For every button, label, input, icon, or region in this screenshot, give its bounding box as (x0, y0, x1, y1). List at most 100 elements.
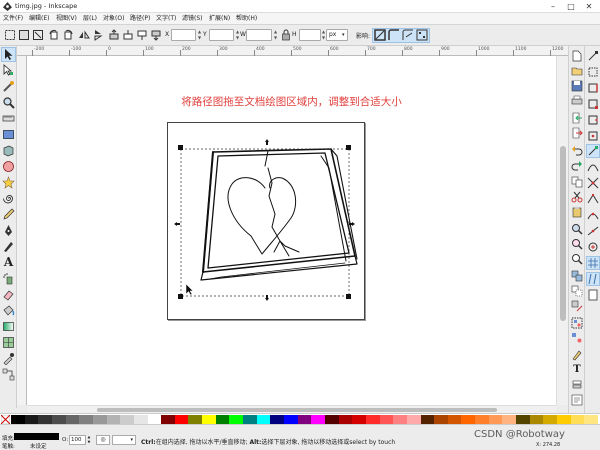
color-swatch[interactable] (324, 415, 339, 424)
zoom-drawing-icon[interactable] (571, 238, 583, 250)
ellipse-tool-icon[interactable] (2, 160, 15, 173)
select-all-icon[interactable] (4, 29, 16, 41)
color-swatch[interactable] (92, 415, 107, 424)
opacity-spinner-icon[interactable]: ▲ ▼ (86, 435, 92, 445)
snap-paths-icon[interactable] (587, 161, 599, 173)
color-swatch[interactable] (51, 415, 66, 424)
select-all-layers-icon[interactable] (18, 29, 30, 41)
menu-help[interactable]: 帮助(H) (236, 14, 257, 24)
scale-corners-icon[interactable] (388, 29, 400, 41)
connector-tool-icon[interactable] (2, 368, 15, 381)
color-swatch[interactable] (297, 415, 312, 424)
horizontal-scrollbar[interactable] (27, 405, 556, 413)
vertical-scroll-thumb[interactable] (560, 146, 566, 321)
rectangle-tool-icon[interactable] (2, 128, 15, 141)
star-tool-icon[interactable] (2, 176, 15, 189)
snap-bbox-edges-icon[interactable] (587, 82, 599, 94)
menu-edit[interactable]: 编辑(E) (29, 14, 49, 24)
x-input[interactable] (171, 29, 196, 41)
spiral-tool-icon[interactable] (2, 192, 15, 205)
color-swatch[interactable] (570, 415, 585, 424)
import-icon[interactable] (571, 112, 583, 124)
print-icon[interactable] (571, 95, 583, 107)
snap-nodes-icon[interactable] (587, 145, 599, 157)
move-gradients-icon[interactable] (402, 29, 414, 41)
snap-bbox-centers-icon[interactable] (587, 130, 599, 142)
color-swatch[interactable] (557, 415, 571, 424)
horizontal-ruler[interactable]: -200 -100 0 100 200 300 400 500 600 700 800 900 1000… (17, 46, 568, 56)
color-swatch[interactable] (161, 415, 176, 424)
color-swatch[interactable] (229, 415, 244, 424)
measure-tool-icon[interactable] (2, 112, 15, 125)
color-swatch[interactable] (365, 415, 380, 424)
color-swatch[interactable] (529, 415, 544, 424)
color-swatch[interactable] (120, 415, 135, 424)
minimize-button[interactable]: – (546, 1, 560, 12)
fill-stroke-icon[interactable] (571, 349, 583, 361)
pen-tool-icon[interactable] (2, 224, 15, 237)
layers-icon[interactable] (571, 379, 583, 391)
color-swatch[interactable] (516, 415, 531, 424)
tweak-tool-icon[interactable] (2, 80, 15, 93)
flip-vertical-icon[interactable] (92, 29, 104, 41)
color-swatch[interactable] (215, 415, 230, 424)
dropper-tool-icon[interactable] (2, 352, 15, 365)
snap-object-centers-icon[interactable] (587, 241, 599, 253)
snap-grid-icon[interactable] (587, 257, 599, 269)
color-swatch[interactable] (406, 415, 421, 424)
snap-smooth-nodes-icon[interactable] (587, 209, 599, 221)
layer-select[interactable]: ▾ (112, 435, 136, 445)
color-swatch[interactable] (434, 415, 449, 424)
color-swatch[interactable] (379, 415, 394, 424)
redo-icon[interactable] (571, 159, 583, 171)
color-swatch[interactable] (202, 415, 217, 424)
gradient-tool-icon[interactable] (2, 320, 15, 333)
menu-layer[interactable]: 层(L) (83, 14, 97, 24)
pencil-tool-icon[interactable] (2, 208, 15, 221)
text-font-icon[interactable]: T (571, 364, 583, 376)
broken-heart-frame-drawing[interactable] (200, 148, 358, 281)
node-tool-icon[interactable] (2, 64, 15, 77)
horizontal-scroll-thumb[interactable] (97, 408, 497, 412)
color-swatch[interactable] (106, 415, 121, 424)
snap-midpoints-icon[interactable] (587, 225, 599, 237)
snap-toggle-icon[interactable] (587, 50, 599, 62)
opacity-input[interactable]: 100 (69, 435, 86, 445)
color-swatch[interactable] (147, 415, 162, 424)
raise-icon[interactable] (122, 29, 134, 41)
copy-icon[interactable] (571, 176, 583, 188)
menu-path[interactable]: 路径(P) (130, 14, 150, 24)
color-swatch[interactable] (38, 415, 53, 424)
snap-intersections-icon[interactable] (587, 177, 599, 189)
save-icon[interactable] (571, 80, 583, 92)
move-patterns-icon[interactable] (416, 29, 428, 41)
color-swatch[interactable] (270, 415, 285, 424)
zoom-tool-icon[interactable] (2, 96, 15, 109)
color-swatch[interactable] (174, 415, 189, 424)
menu-text[interactable]: 文字(T) (156, 14, 176, 24)
duplicate-icon[interactable] (571, 270, 583, 282)
scale-stroke-icon[interactable] (374, 29, 386, 41)
lower-icon[interactable] (136, 29, 148, 41)
rotate-cw-icon[interactable] (62, 29, 74, 41)
deselect-icon[interactable] (32, 29, 44, 41)
color-swatch[interactable] (543, 415, 558, 424)
color-swatch[interactable] (256, 415, 271, 424)
selector-tool-icon[interactable] (2, 48, 15, 61)
paste-icon[interactable] (571, 206, 583, 218)
snap-bbox-corners-icon[interactable] (587, 98, 599, 110)
color-swatch[interactable] (311, 415, 326, 424)
color-swatch[interactable] (447, 415, 462, 424)
color-swatch[interactable] (420, 415, 435, 424)
vertical-scrollbar[interactable] (556, 56, 568, 405)
color-swatch[interactable] (284, 415, 298, 424)
no-paint-swatch-icon[interactable] (1, 415, 10, 424)
color-swatch[interactable] (79, 415, 94, 424)
zoom-selection-icon[interactable] (571, 223, 583, 235)
color-swatch[interactable] (188, 415, 203, 424)
3d-box-tool-icon[interactable] (2, 144, 15, 157)
unlink-clone-icon[interactable] (571, 300, 583, 312)
new-document-icon[interactable] (571, 50, 583, 62)
group-icon[interactable] (571, 317, 583, 329)
zoom-page-icon[interactable] (571, 253, 583, 265)
